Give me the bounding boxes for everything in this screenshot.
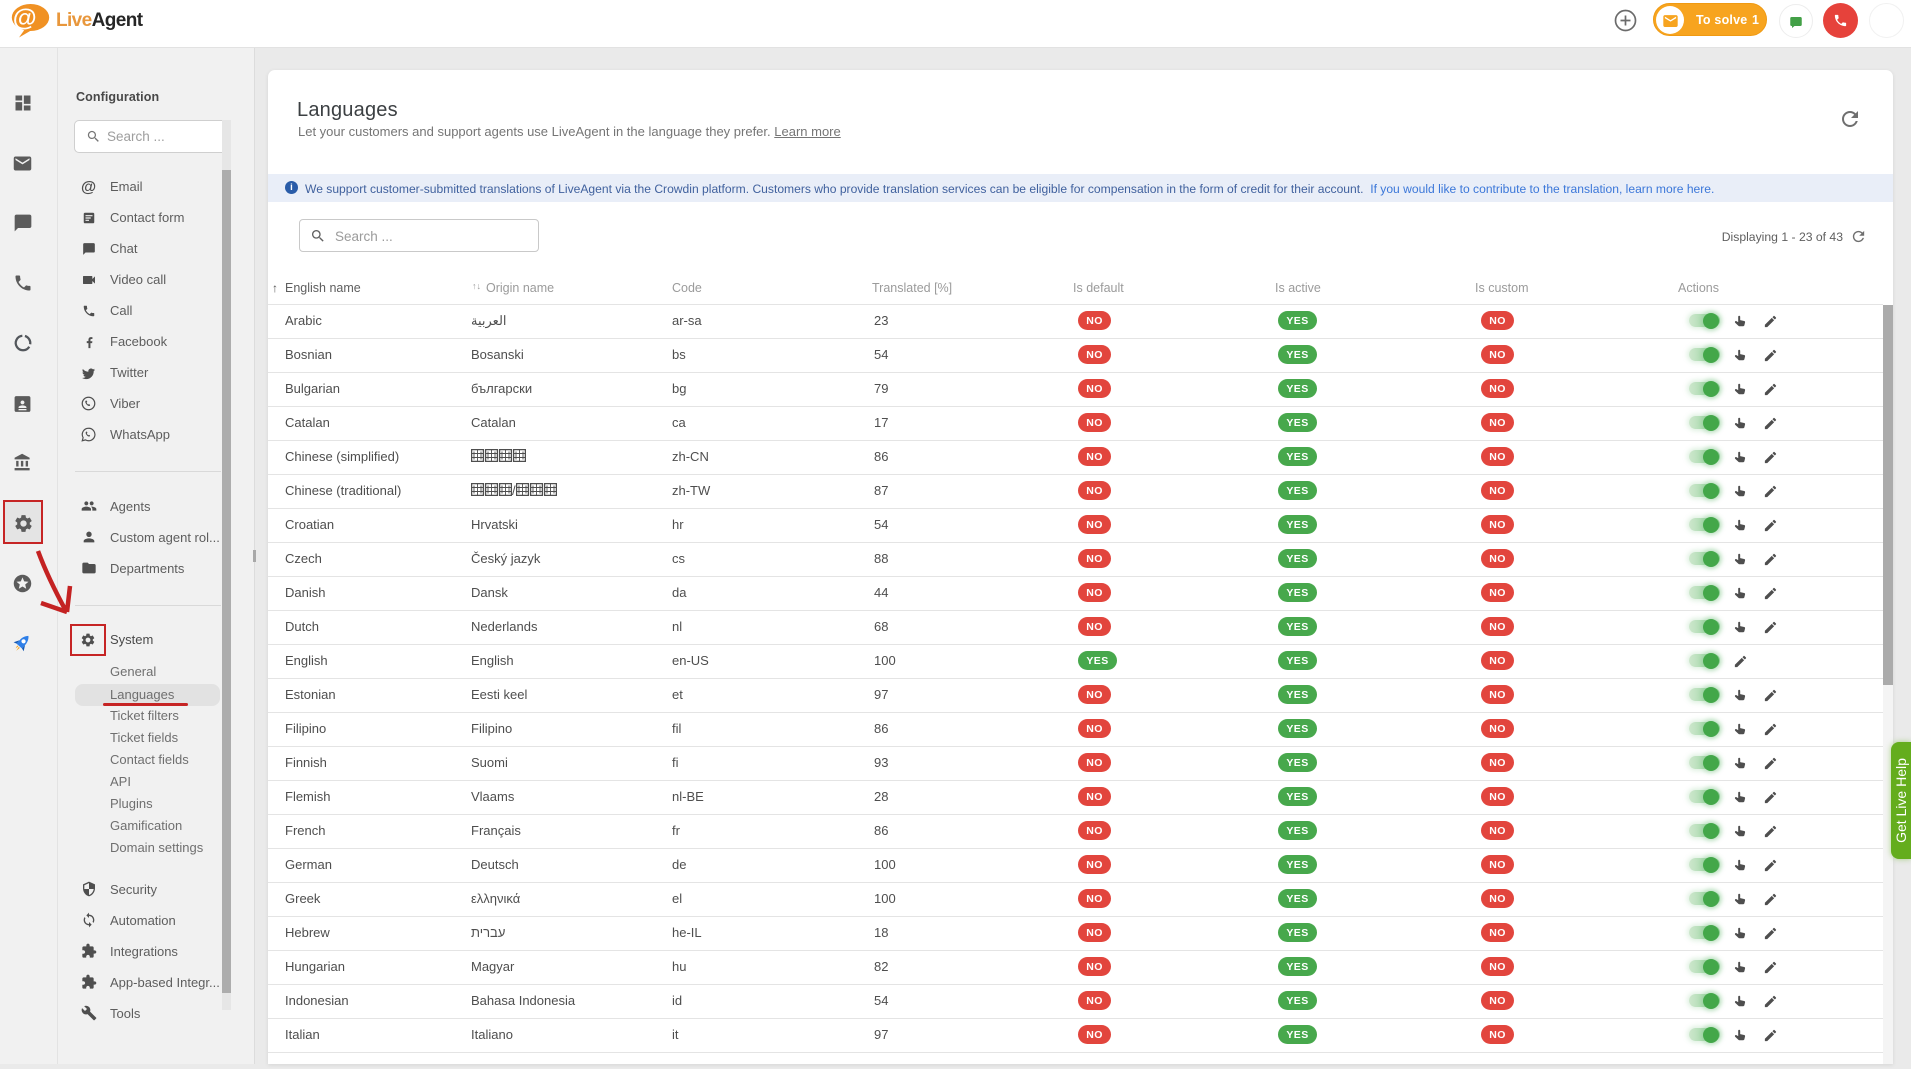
svg-text:@: @ bbox=[13, 5, 37, 32]
